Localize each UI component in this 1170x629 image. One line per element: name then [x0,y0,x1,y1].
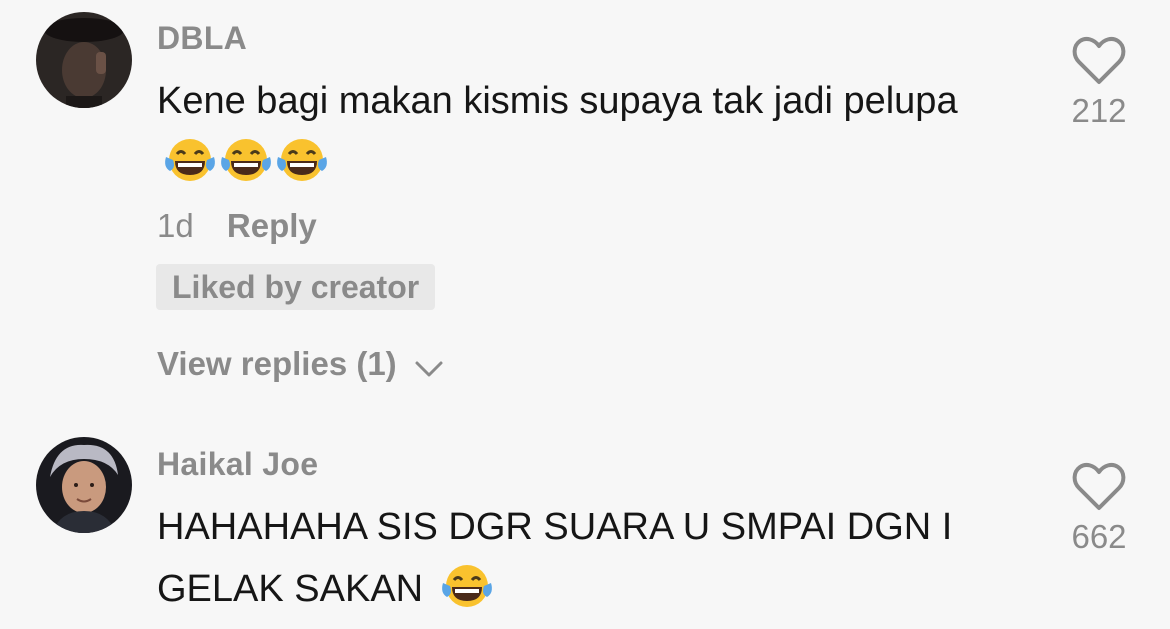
avatar[interactable] [36,437,132,533]
comment-text: HAHAHAHA SIS DGR SUARA U SMPAI DGN I GEL… [157,496,1007,628]
avatar[interactable] [36,12,132,108]
view-replies-button[interactable]: View replies (1) [157,345,444,383]
heart-outline-icon[interactable] [1072,36,1126,86]
comment-item: DBLA Kene bagi makan kismis supaya tak j… [0,0,1170,410]
face-with-tears-of-joy-icon [440,563,494,628]
comment-item: Haikal Joe HAHAHAHA SIS DGR SUARA U SMPA… [0,410,1170,629]
like-control: 212 [1064,36,1134,130]
like-count: 662 [1071,518,1127,555]
comment-text-body: Kene bagi makan kismis supaya tak jadi p… [157,80,958,122]
face-with-tears-of-joy-icon [275,137,329,202]
comment-username[interactable]: Haikal Joe [157,446,318,483]
like-control: 662 [1064,462,1134,556]
reply-button[interactable]: Reply [227,207,317,244]
face-with-tears-of-joy-icon [219,137,273,202]
comment-text: Kene bagi makan kismis supaya tak jadi p… [157,70,1007,202]
view-replies-label: View replies (1) [157,345,397,382]
chevron-down-icon [415,361,443,377]
liked-by-creator-badge: Liked by creator [156,264,436,310]
face-with-tears-of-joy-icon [163,137,217,202]
like-count: 212 [1071,92,1127,129]
comment-meta: 1d Reply [157,207,317,245]
comment-text-body: HAHAHAHA SIS DGR SUARA U SMPAI DGN I GEL… [157,506,953,610]
comment-username[interactable]: DBLA [157,20,247,57]
heart-outline-icon[interactable] [1072,462,1126,512]
comment-timestamp: 1d [157,207,194,244]
